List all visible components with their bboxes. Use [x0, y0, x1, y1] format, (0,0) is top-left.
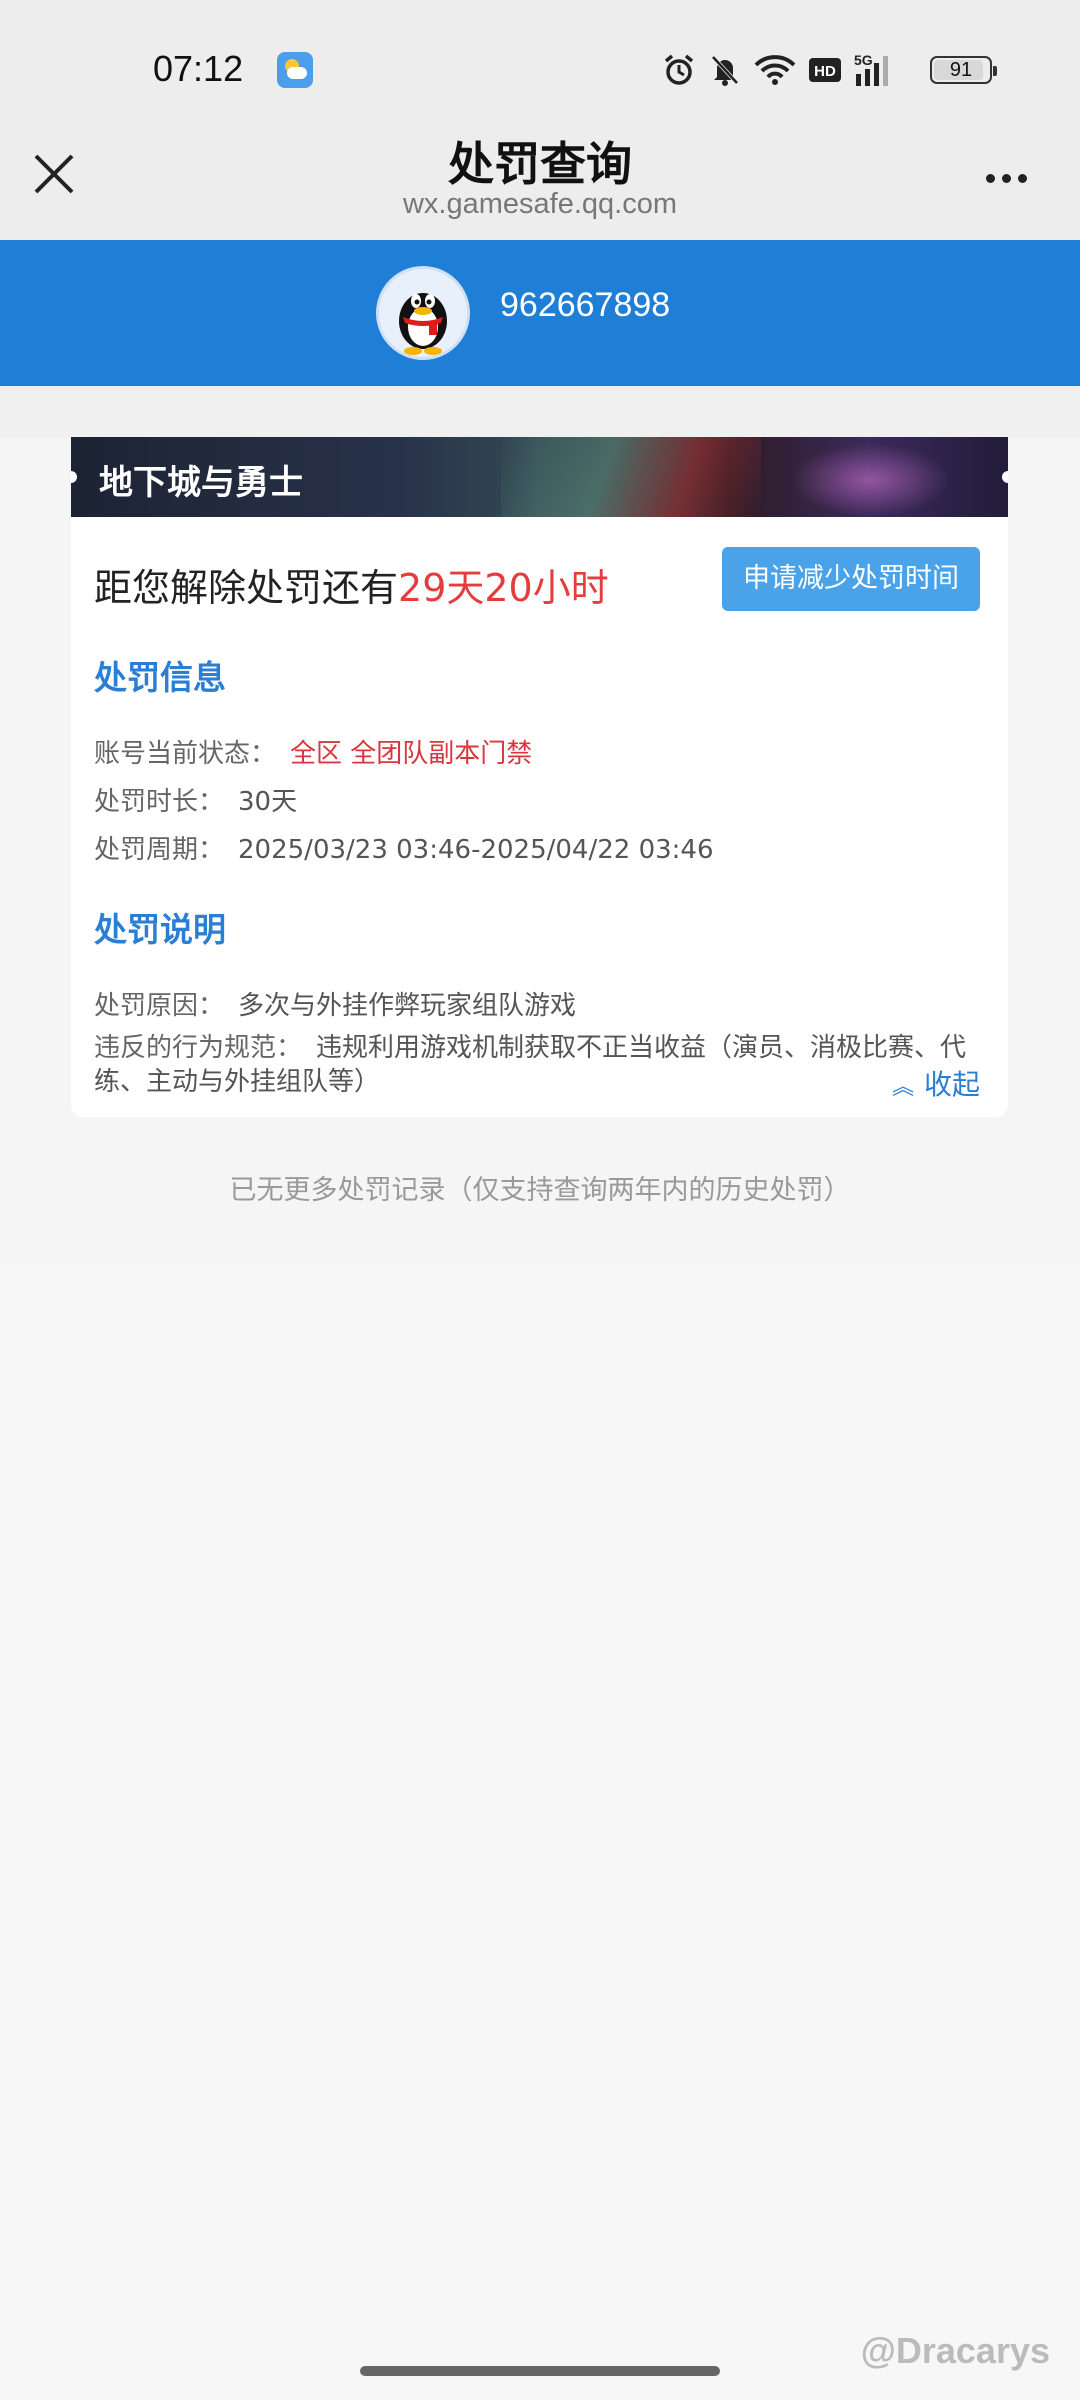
- desc-row-violation: 违反的行为规范： 违规利用游戏机制获取不正当收益（演员、消极比赛、代练、主动与外挂…: [94, 1031, 984, 1099]
- info-row-period: 处罚周期： 2025/03/23 03:46-2025/04/22 03:46: [94, 829, 714, 866]
- user-header: 962667898: [0, 240, 1080, 386]
- qq-penguin-icon: [399, 293, 447, 355]
- collapse-button[interactable]: ︽ 收起: [892, 1063, 980, 1103]
- penalty-card: 地下城与勇士 距您解除处罚还有29天20小时 申请减少处罚时间 处罚信息 账号当…: [71, 437, 1008, 1117]
- battery-level: 91: [949, 59, 973, 81]
- mute-icon: [711, 55, 739, 86]
- info-section-title: 处罚信息: [94, 658, 226, 697]
- svg-text:HD: HD: [814, 63, 836, 80]
- watermark: @Dracarys: [860, 2330, 1050, 2371]
- info-label: 处罚周期：: [94, 835, 225, 865]
- weather-icon: [277, 52, 313, 88]
- collapse-label: 收起: [923, 1068, 980, 1101]
- alarm-icon: [664, 54, 694, 85]
- apply-reduce-button[interactable]: 申请减少处罚时间: [722, 547, 980, 611]
- wifi-icon: [754, 55, 796, 85]
- signal-5g-icon: 5G: [854, 52, 888, 86]
- info-row-duration: 处罚时长： 30天: [94, 781, 297, 818]
- qq-number: 962667898: [500, 286, 671, 324]
- info-label: 账号当前状态：: [94, 739, 277, 769]
- no-more-records-note: 已无更多处罚记录（仅支持查询两年内的历史处罚）: [229, 1175, 851, 1206]
- info-value: 2025/03/23 03:46-2025/04/22 03:46: [238, 835, 714, 865]
- status-bar: 07:12 HD 5G 91: [0, 0, 1080, 140]
- desc-section-title: 处罚说明: [94, 910, 226, 949]
- countdown: 距您解除处罚还有29天20小时: [94, 557, 609, 612]
- status-icons: HD 5G: [662, 50, 900, 90]
- page-url: wx.gamesafe.qq.com: [402, 188, 677, 220]
- title-bar: 处罚查询 wx.gamesafe.qq.com: [0, 120, 1080, 240]
- desc-label: 违反的行为规范：: [94, 1033, 303, 1063]
- home-indicator[interactable]: [360, 2366, 720, 2376]
- desc-row-reason: 处罚原因： 多次与外挂作弊玩家组队游戏: [94, 985, 576, 1022]
- hd-icon: HD: [809, 58, 841, 82]
- desc-label: 处罚原因：: [94, 991, 225, 1021]
- avatar: [376, 266, 470, 360]
- empty-area: [0, 1266, 1080, 2400]
- info-value: 30天: [238, 787, 298, 817]
- battery-icon: 91: [930, 56, 997, 84]
- desc-value: 多次与外挂作弊玩家组队游戏: [238, 991, 577, 1021]
- game-name: 地下城与勇士: [99, 463, 303, 503]
- chevron-up-icon: ︽: [891, 1075, 914, 1100]
- countdown-prefix: 距您解除处罚还有: [94, 566, 399, 610]
- status-time: 07:12: [153, 48, 244, 89]
- info-value: 全区 全团队副本门禁: [290, 739, 533, 769]
- info-row-status: 账号当前状态： 全区 全团队副本门禁: [94, 733, 532, 770]
- spacer: [0, 386, 1080, 438]
- countdown-value: 29天20小时: [398, 566, 609, 610]
- page-title: 处罚查询: [448, 137, 632, 191]
- info-label: 处罚时长：: [94, 787, 225, 817]
- game-banner: 地下城与勇士: [71, 437, 1008, 517]
- more-icon[interactable]: [986, 168, 1040, 183]
- penalty-details: 距您解除处罚还有29天20小时 申请减少处罚时间 处罚信息 账号当前状态： 全区 …: [71, 517, 1008, 1117]
- svg-text:5G: 5G: [854, 52, 873, 68]
